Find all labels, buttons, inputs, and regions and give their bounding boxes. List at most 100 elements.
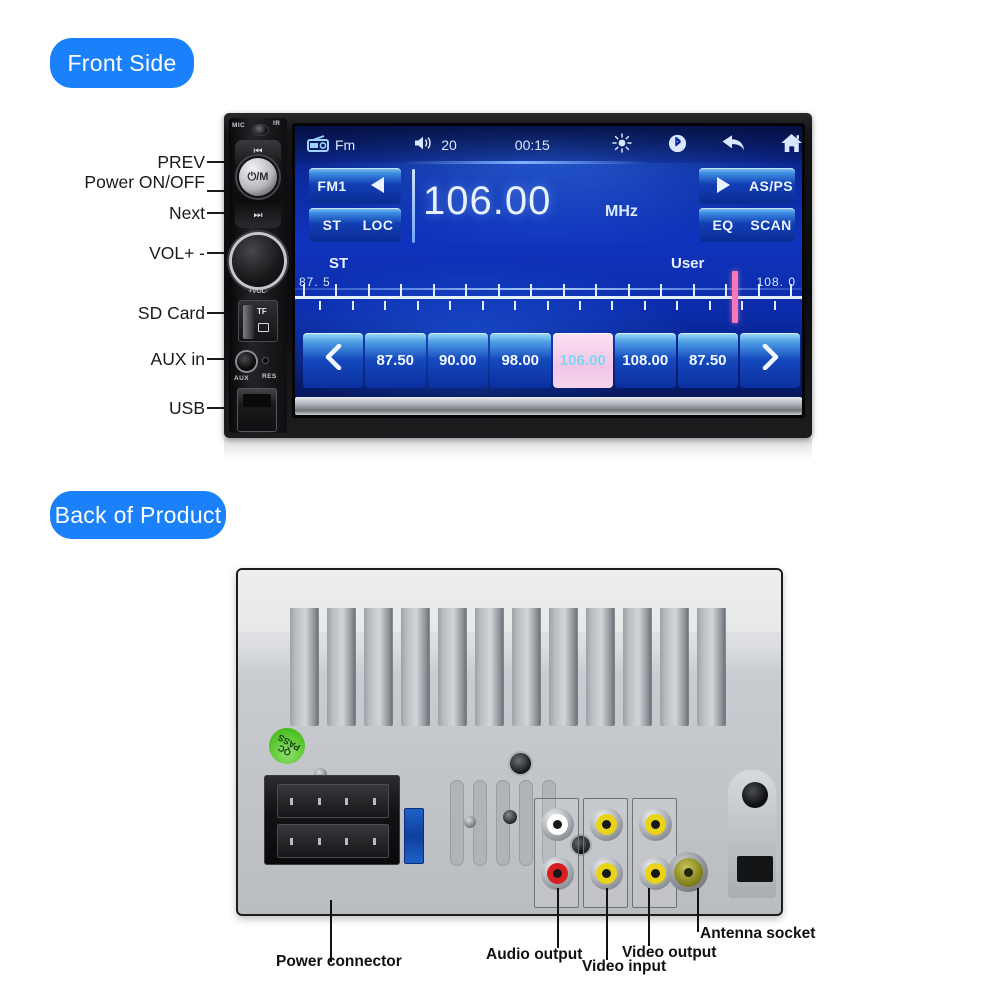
triangle-left-icon[interactable]: [355, 176, 401, 197]
scale-tick-minor: [514, 301, 517, 310]
callout-power-connector: Power connector: [276, 953, 402, 971]
rca-jack-ring: [645, 814, 666, 835]
next-button-icon[interactable]: ⏭: [235, 210, 281, 221]
callout-aux-text: AUX in: [150, 349, 205, 369]
power-button[interactable]: ⏻/M: [239, 158, 277, 196]
power-connector[interactable]: [264, 775, 400, 865]
scale-tick-minor: [773, 301, 776, 310]
asps-button[interactable]: AS/PS: [747, 178, 795, 194]
reset-hole[interactable]: [263, 358, 268, 363]
source-indicator[interactable]: Fm: [307, 134, 356, 155]
touchscreen[interactable]: Fm 20 00:15 FM1 ST LOC 106.00 MHz AS/PS …: [295, 126, 802, 397]
power-pin: [333, 825, 361, 857]
source-label: Fm: [335, 136, 356, 153]
sd-card-slot[interactable]: TF: [238, 300, 278, 342]
rca-jack-core: [602, 869, 611, 878]
control-column: MIC IR ⏮ ⏭ ⏻/M +VOL- TF AUX RES: [229, 118, 287, 433]
rca-jack[interactable]: [541, 857, 574, 890]
clock: 00:15: [515, 137, 550, 153]
scale-tick-minor: [643, 301, 646, 310]
rca-jack-ring: [596, 863, 617, 884]
preset-button[interactable]: 108.00: [615, 333, 676, 388]
volume-knob[interactable]: [232, 235, 284, 287]
st-loc-button-group[interactable]: ST LOC: [309, 208, 401, 242]
scale-tick-minor: [546, 301, 549, 310]
preset-bar[interactable]: 87.50 90.00 98.00 106.00 108.00 87.50: [303, 333, 800, 388]
callout-antenna-socket-text: Antenna socket: [700, 925, 816, 942]
st-button[interactable]: ST: [309, 217, 355, 233]
bluetooth-button[interactable]: [668, 134, 687, 156]
home-button[interactable]: [780, 133, 802, 156]
heatsink-fin: [623, 608, 651, 726]
heatsink-fin: [512, 608, 540, 726]
eq-scan-button-group[interactable]: EQ SCAN: [699, 208, 795, 242]
asps-button-group[interactable]: AS/PS: [699, 168, 795, 204]
heatsink-fin: [364, 608, 392, 726]
prev-button-icon[interactable]: ⏮: [235, 146, 281, 157]
screen-bezel: Fm 20 00:15 FM1 ST LOC 106.00 MHz AS/PS …: [292, 123, 805, 418]
home-icon: [780, 133, 802, 156]
rca-jack[interactable]: [639, 857, 672, 890]
rca-jack[interactable]: [639, 808, 672, 841]
power-pin: [278, 785, 306, 817]
radio-icon: [307, 134, 329, 155]
rca-jack[interactable]: [590, 857, 623, 890]
band-button-group[interactable]: FM1: [309, 168, 401, 204]
front-side-label: Front Side: [50, 38, 194, 88]
scale-rule: [295, 296, 802, 299]
callout-prev-text: PREV: [157, 152, 205, 172]
power-pin-row-top: [277, 784, 389, 818]
scale-tick-minor: [578, 301, 581, 310]
tuning-needle[interactable]: [731, 271, 738, 323]
panel-divider: [412, 169, 415, 243]
scale-tick-minor: [676, 301, 679, 310]
callout-sd-text: SD Card: [137, 303, 205, 323]
chassis-hole: [503, 810, 517, 824]
scale-tick-minor: [481, 301, 484, 310]
rca-jack-core: [602, 820, 611, 829]
antenna-socket[interactable]: [668, 852, 708, 892]
preset-button[interactable]: 87.50: [677, 333, 738, 388]
rca-jack[interactable]: [541, 808, 574, 841]
loc-button[interactable]: LOC: [355, 217, 401, 233]
preset-value: 90.00: [438, 352, 477, 369]
chrome-strip: [295, 397, 802, 415]
usb-port[interactable]: [237, 388, 277, 432]
rca-group-video-output: [632, 798, 677, 908]
power-pin: [361, 825, 389, 857]
power-pin: [333, 785, 361, 817]
rca-jack[interactable]: [590, 808, 623, 841]
eq-button[interactable]: EQ: [699, 217, 747, 233]
preset-next-button[interactable]: [740, 333, 800, 388]
tuning-scale[interactable]: ST User 87. 5 108. 0: [295, 253, 802, 331]
power-pin: [278, 825, 306, 857]
callout-aux: AUX in: [0, 349, 205, 370]
preset-button[interactable]: 90.00: [427, 333, 488, 388]
callout-usb-text: USB: [169, 398, 205, 418]
band-label[interactable]: FM1: [309, 178, 355, 194]
preset-value: 87.50: [376, 352, 415, 369]
callout-usb: USB: [0, 398, 205, 419]
center-screw-hole: [510, 753, 531, 774]
preset-button[interactable]: 106.00: [552, 333, 613, 388]
volume-indicator[interactable]: 20: [413, 135, 457, 154]
scale-tick-minor: [351, 301, 354, 310]
callout-power-connector-text: Power connector: [276, 953, 402, 970]
sd-card-icon: [258, 323, 269, 332]
scale-tick-major: [303, 284, 305, 296]
rca-jack-ring: [547, 863, 568, 884]
preset-button[interactable]: 98.00: [490, 333, 551, 388]
preset-prev-button[interactable]: [303, 333, 363, 388]
brightness-button[interactable]: [612, 133, 632, 156]
scale-tick-minor: [611, 301, 614, 310]
triangle-right-icon[interactable]: [699, 176, 747, 197]
heatsink-fin: [586, 608, 614, 726]
status-bar: Fm 20 00:15: [295, 126, 802, 163]
back-button[interactable]: [721, 134, 746, 155]
preset-button[interactable]: 87.50: [365, 333, 426, 388]
preset-value: 108.00: [622, 352, 669, 369]
scan-button[interactable]: SCAN: [747, 217, 795, 233]
callout-sd: SD Card: [0, 303, 205, 324]
volume-knob-label: +VOL-: [248, 288, 268, 295]
aux-jack[interactable]: [237, 352, 256, 371]
